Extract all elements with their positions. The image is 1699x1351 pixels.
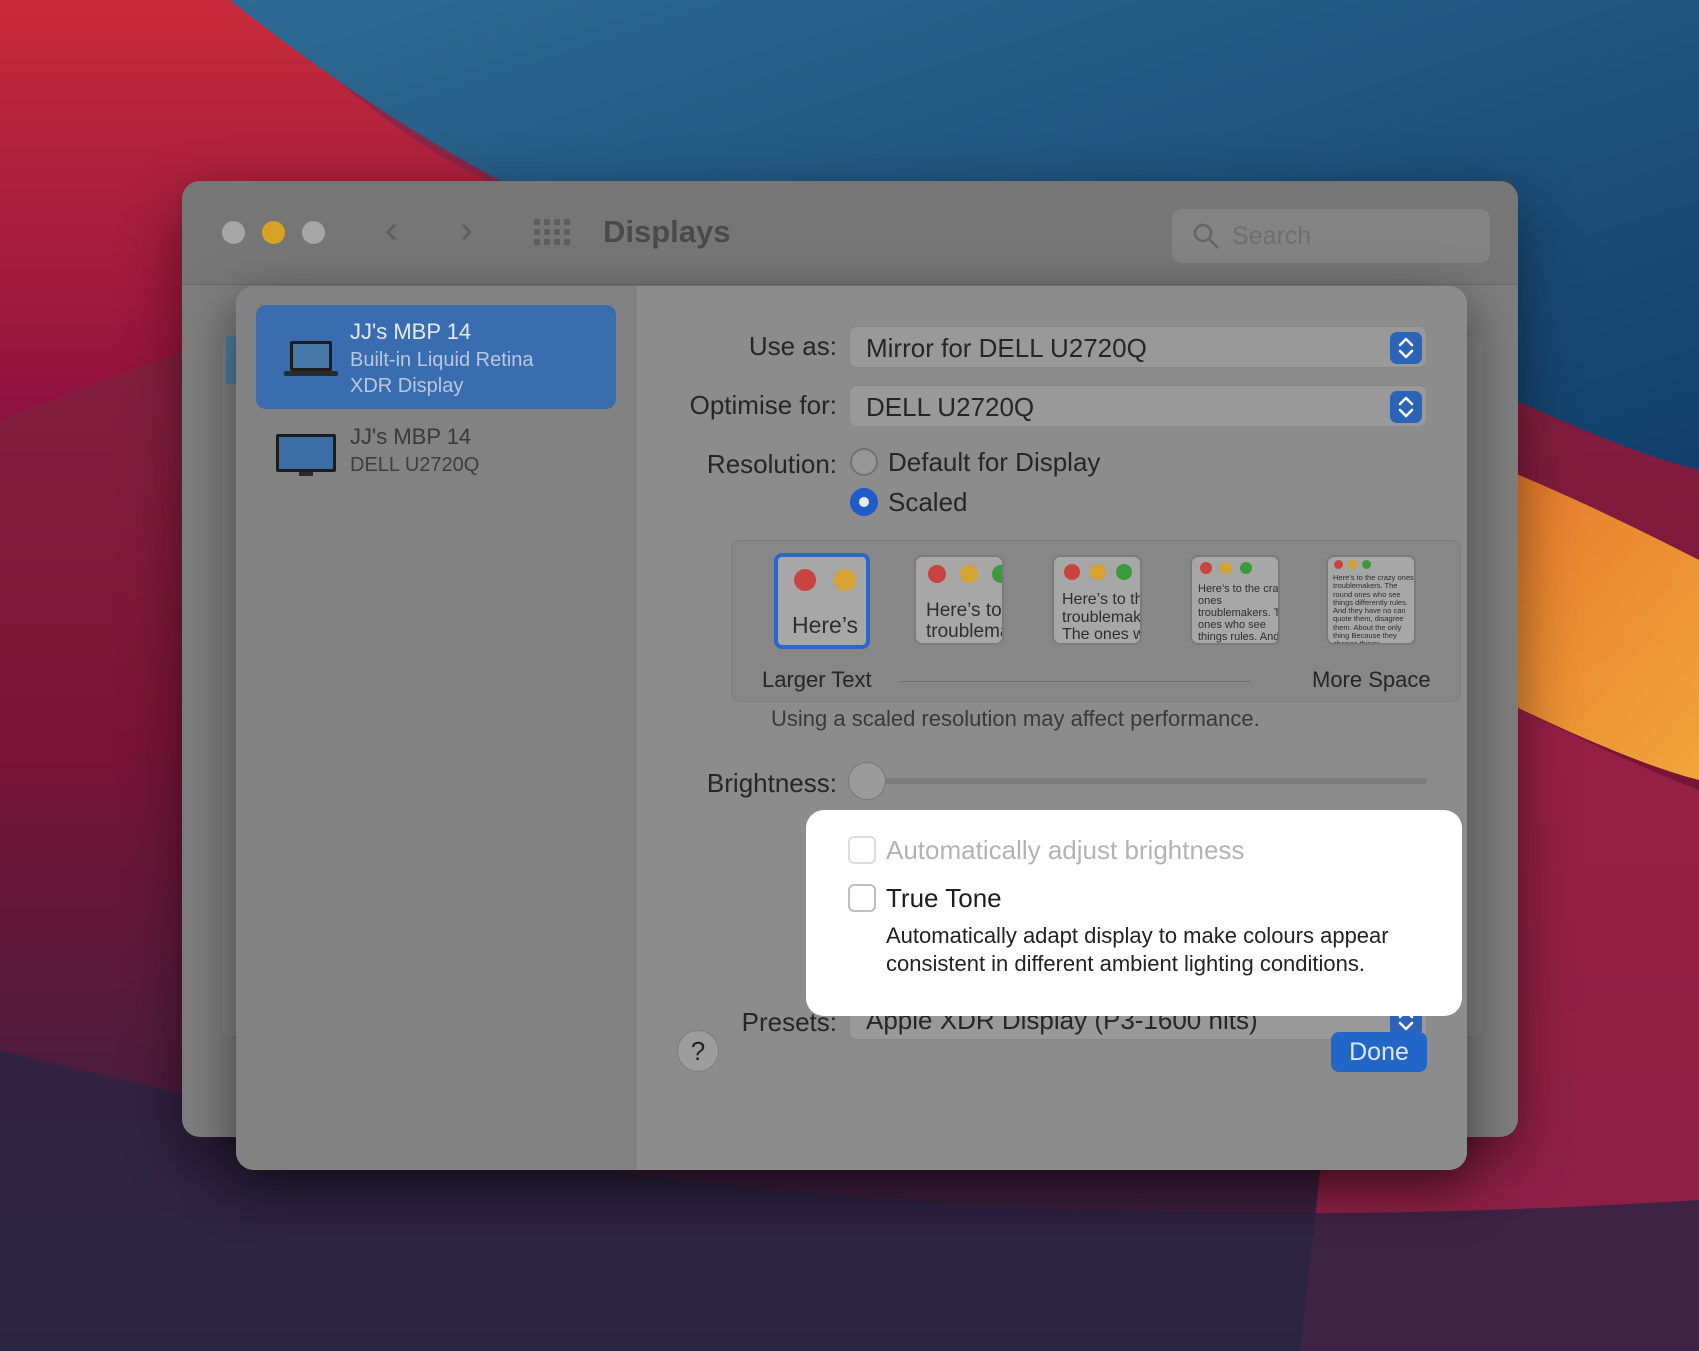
search-icon xyxy=(1192,222,1220,250)
display-item-builtin[interactable]: JJ's MBP 14 Built-in Liquid Retina XDR D… xyxy=(256,305,616,409)
true-tone-checkbox[interactable] xyxy=(848,884,876,912)
laptop-icon xyxy=(282,339,340,379)
forward-arrow-icon[interactable]: › xyxy=(460,211,473,249)
optimise-for-label: Optimise for: xyxy=(689,390,837,420)
back-arrow-icon[interactable]: ‹ xyxy=(385,211,398,249)
scale-option-5[interactable]: Here’s to the crazy ones troublemakers. … xyxy=(1326,555,1416,645)
brightness-slider-knob[interactable] xyxy=(848,762,886,800)
use-as-label: Use as: xyxy=(748,331,837,361)
radio-scaled-label: Scaled xyxy=(888,487,968,517)
presets-label: Presets: xyxy=(741,1007,837,1037)
display-list-sidebar: JJ's MBP 14 Built-in Liquid Retina XDR D… xyxy=(236,286,636,1170)
search-placeholder: Search xyxy=(1232,222,1312,250)
display-item-dell[interactable]: JJ's MBP 14 DELL U2720Q xyxy=(256,416,616,496)
radio-default-for-display[interactable] xyxy=(850,448,878,476)
scale-option-1[interactable]: Here’s xyxy=(774,553,870,649)
window-content-edge xyxy=(226,336,236,384)
done-button[interactable]: Done xyxy=(1331,1032,1427,1072)
scale-option-4[interactable]: Here’s to the crazy ones troublemakers. … xyxy=(1190,555,1280,645)
display-settings-sheet: JJ's MBP 14 Built-in Liquid Retina XDR D… xyxy=(236,286,1467,1170)
window-title: Displays xyxy=(603,214,731,249)
minimize-window-button[interactable] xyxy=(262,221,285,244)
auto-brightness-checkbox[interactable] xyxy=(848,836,876,864)
maximize-window-button[interactable] xyxy=(302,221,325,244)
scale-option-2[interactable]: Here’s to the troublemakers xyxy=(914,555,1004,645)
brightness-slider-track[interactable] xyxy=(849,778,1427,784)
use-as-popup[interactable]: Mirror for DELL U2720Q xyxy=(849,326,1427,368)
popup-stepper-icon xyxy=(1390,332,1422,364)
radio-scaled[interactable] xyxy=(850,488,878,516)
show-all-grid-icon[interactable] xyxy=(534,219,570,245)
optimise-for-popup[interactable]: DELL U2720Q xyxy=(849,385,1427,427)
true-tone-label: True Tone xyxy=(886,883,1002,913)
popup-stepper-icon xyxy=(1390,391,1422,423)
display-item-name: JJ's MBP 14 xyxy=(350,424,472,449)
display-settings-panel: Use as: Mirror for DELL U2720Q Optimise … xyxy=(637,286,1467,1170)
scale-option-3[interactable]: Here’s to the troublemakers. The ones wh… xyxy=(1052,555,1142,645)
display-item-name: JJ's MBP 14 xyxy=(350,319,472,344)
optimise-for-value: DELL U2720Q xyxy=(866,392,1035,422)
brightness-label: Brightness: xyxy=(706,768,837,798)
use-as-value: Mirror for DELL U2720Q xyxy=(866,333,1147,363)
display-item-subtitle: Built-in Liquid Retina XDR Display xyxy=(350,349,534,397)
radio-default-for-display-label: Default for Display xyxy=(888,447,1101,477)
scale-divider xyxy=(900,681,1250,682)
auto-brightness-label: Automatically adjust brightness xyxy=(886,835,1245,865)
true-tone-highlight: Automatically adjust brightness True Ton… xyxy=(806,810,1462,1016)
scaled-resolution-picker: Here’s Here’s to the troublemakers Here’… xyxy=(731,540,1461,702)
monitor-icon xyxy=(275,433,337,477)
display-item-subtitle: DELL U2720Q xyxy=(350,454,480,476)
more-space-label: More Space xyxy=(1312,667,1431,692)
window-titlebar: ‹ › Displays Search xyxy=(182,181,1518,285)
scaled-performance-note: Using a scaled resolution may affect per… xyxy=(771,706,1260,731)
help-button[interactable]: ? xyxy=(677,1030,719,1072)
true-tone-description: Automatically adapt display to make colo… xyxy=(886,923,1389,976)
resolution-label: Resolution: xyxy=(706,449,837,479)
search-field[interactable]: Search xyxy=(1172,209,1490,263)
close-window-button[interactable] xyxy=(222,221,245,244)
larger-text-label: Larger Text xyxy=(762,667,872,692)
